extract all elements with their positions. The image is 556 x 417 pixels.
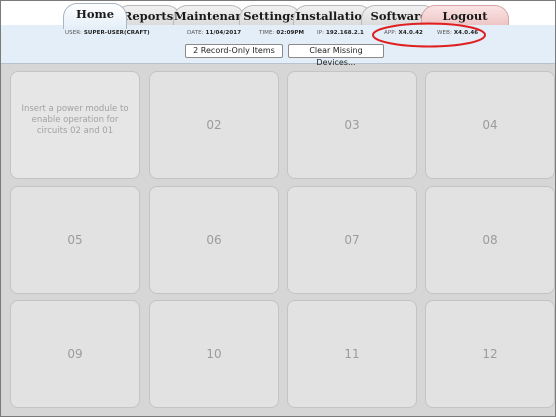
circuit-slot-12[interactable]: 12 <box>425 300 555 408</box>
circuit-slot-07[interactable]: 07 <box>287 186 417 294</box>
circuit-slot-05[interactable]: 05 <box>10 186 140 294</box>
tab-logout-label: Logout <box>442 9 488 23</box>
ip-label: IP: <box>317 30 325 36</box>
circuit-slot-09[interactable]: 09 <box>10 300 140 408</box>
tab-installation-label: Installation <box>295 9 371 23</box>
circuit-slot-10[interactable]: 10 <box>149 300 279 408</box>
tab-software-label: Software <box>370 9 428 23</box>
web-version-value: X4.0.46 <box>453 30 479 36</box>
tab-logout[interactable]: Logout <box>421 5 509 27</box>
ip-info: IP: 192.168.2.1 <box>317 30 364 36</box>
app-version-value: X4.0.42 <box>398 30 423 36</box>
circuit-slot-02[interactable]: 02 <box>149 71 279 179</box>
user-label: USER: <box>65 30 82 36</box>
tab-home[interactable]: Home <box>63 3 127 29</box>
tab-settings-label: Settings <box>243 9 297 23</box>
date-label: DATE: <box>187 30 204 36</box>
app-version-info: APP: X4.0.42 <box>384 30 423 36</box>
date-info: DATE: 11/04/2017 <box>187 30 241 36</box>
circuit-slot-01[interactable]: Insert a power module to enable operatio… <box>10 71 140 179</box>
time-info: TIME: 02:09PM <box>259 30 304 36</box>
status-info-bar: USER: SUPER-USER(CRAFT) DATE: 11/04/2017… <box>1 25 555 67</box>
circuit-grid: Insert a power module to enable operatio… <box>1 64 555 416</box>
time-label: TIME: <box>259 30 275 36</box>
tab-maintenance[interactable]: Maintenance <box>173 5 258 27</box>
date-value: 11/04/2017 <box>205 30 242 36</box>
circuit-slot-08[interactable]: 08 <box>425 186 555 294</box>
record-only-items-button[interactable]: 2 Record-Only Items <box>185 44 283 58</box>
app-label: APP: <box>384 30 397 36</box>
tab-reports-label: Reports <box>122 9 174 23</box>
tab-bar: Reports Maintenance Settings Installatio… <box>1 1 555 29</box>
user-value: SUPER-USER(CRAFT) <box>83 30 150 36</box>
web-version-info: WEB: X4.0.46 <box>437 30 478 36</box>
circuit-slot-04[interactable]: 04 <box>425 71 555 179</box>
ip-value: 192.168.2.1 <box>325 30 364 36</box>
web-label: WEB: <box>437 30 452 36</box>
circuit-slot-03[interactable]: 03 <box>287 71 417 179</box>
tab-home-label: Home <box>75 7 115 21</box>
app-frame: Reports Maintenance Settings Installatio… <box>0 0 556 417</box>
clear-missing-devices-button[interactable]: Clear Missing Devices... <box>288 44 384 67</box>
circuit-slot-11[interactable]: 11 <box>287 300 417 408</box>
time-value: 02:09PM <box>276 30 305 36</box>
user-info: USER: SUPER-USER(CRAFT) <box>65 30 150 36</box>
tab-settings[interactable]: Settings <box>239 5 301 27</box>
circuit-slot-06[interactable]: 06 <box>149 186 279 294</box>
